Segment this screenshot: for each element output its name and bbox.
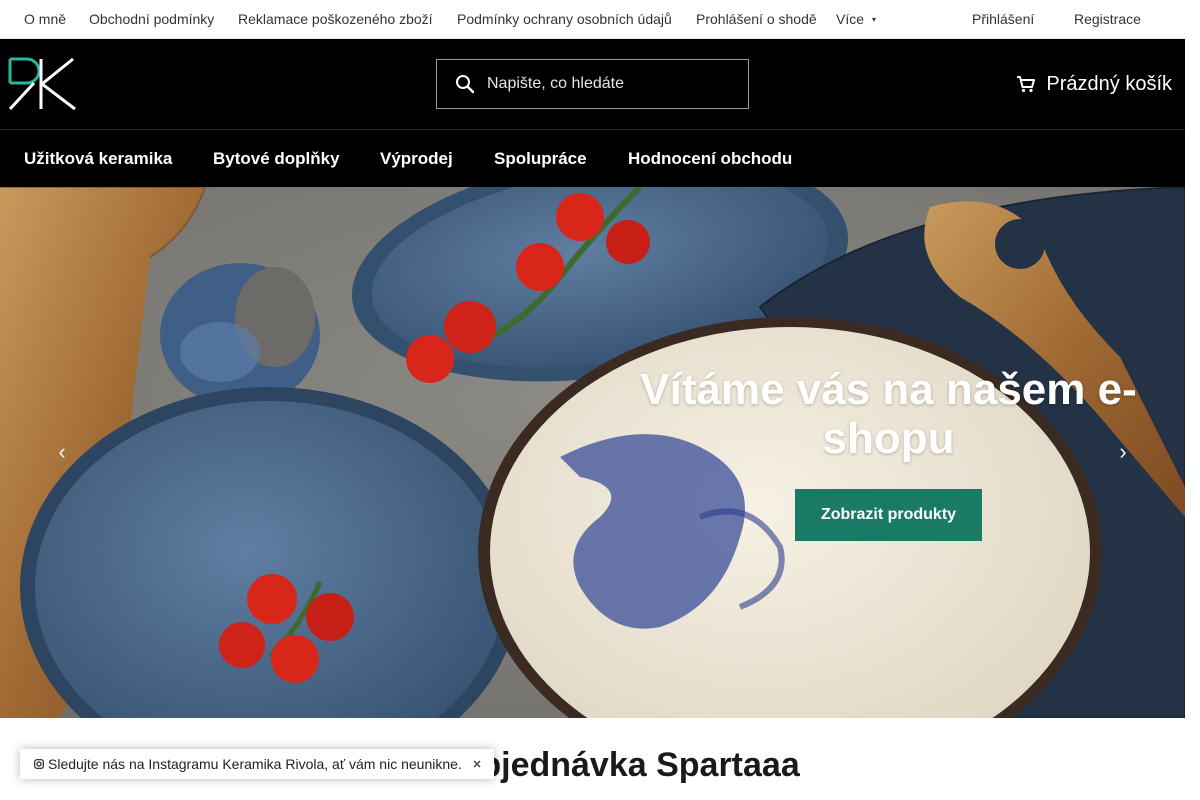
hero-banner: ‹ › Vítáme vás na našem e-shopu Zobrazit… xyxy=(0,187,1185,718)
topbar-link-o-mne[interactable]: O mně xyxy=(24,11,66,27)
chevron-left-icon[interactable]: ‹ xyxy=(50,437,74,467)
nav-item-hodnoceni-obchodu[interactable]: Hodnocení obchodu xyxy=(628,149,792,169)
toast-text: Sledujte nás na Instagramu Keramika Rivo… xyxy=(48,756,462,772)
site-logo[interactable] xyxy=(7,57,77,111)
instagram-icon xyxy=(34,759,44,769)
main-navigation: Užitková keramika Bytové doplňky Výprode… xyxy=(0,130,1185,187)
nav-item-bytove-doplnky[interactable]: Bytové doplňky xyxy=(213,149,340,169)
nav-item-uzitkova-keramika[interactable]: Užitková keramika xyxy=(24,149,172,169)
cart-button[interactable]: Prázdný košík xyxy=(1016,71,1172,97)
rk-monogram-logo xyxy=(8,57,76,111)
topbar-link-ochrana-udaju[interactable]: Podmínky ochrany osobních údajů xyxy=(457,11,672,27)
search-input[interactable] xyxy=(487,60,742,108)
cart-icon xyxy=(1017,76,1036,93)
cart-label: Prázdný košík xyxy=(1046,73,1172,95)
topbar-link-obchodni-podminky[interactable]: Obchodní podmínky xyxy=(89,11,214,27)
instagram-toast[interactable]: Sledujte nás na Instagramu Keramika Rivo… xyxy=(20,749,494,779)
login-link[interactable]: Přihlášení xyxy=(972,11,1034,27)
topbar-more-menu[interactable]: Více ▾ xyxy=(836,11,876,28)
close-icon[interactable] xyxy=(472,758,482,770)
topbar-link-reklamace[interactable]: Reklamace poškozeného zboží xyxy=(238,11,433,27)
site-header: Prázdný košík xyxy=(0,39,1185,130)
top-utility-bar: O mně Obchodní podmínky Reklamace poškoz… xyxy=(0,0,1185,39)
hero-title: Vítáme vás na našem e-shopu xyxy=(640,365,1137,463)
register-link[interactable]: Registrace xyxy=(1074,11,1141,27)
chevron-down-icon: ▾ xyxy=(872,15,877,25)
nav-item-vyprodej[interactable]: Výprodej xyxy=(380,149,453,169)
topbar-more-label: Více xyxy=(836,11,865,27)
search-box xyxy=(436,59,749,109)
show-products-button[interactable]: Zobrazit produkty xyxy=(795,489,982,541)
topbar-link-prohlaseni-o-shode[interactable]: Prohlášení o shodě xyxy=(696,11,817,27)
nav-item-spoluprace[interactable]: Spolupráce xyxy=(494,149,587,169)
search-icon[interactable] xyxy=(455,74,475,94)
